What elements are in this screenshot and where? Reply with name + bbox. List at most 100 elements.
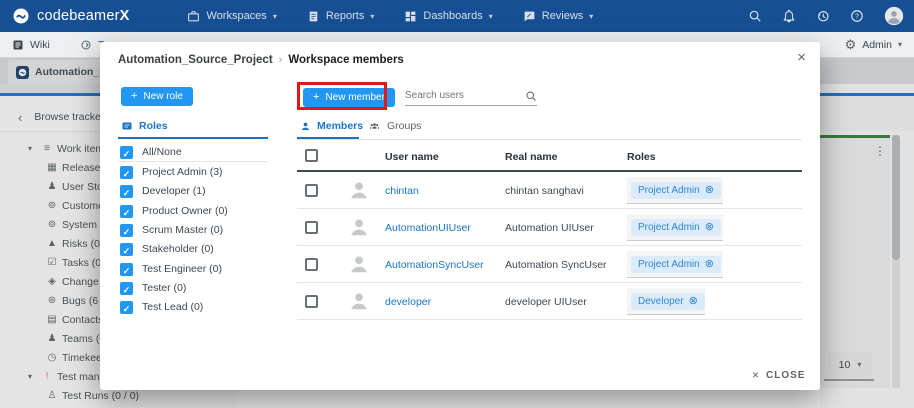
role-label: Product Owner (0) [142,205,228,217]
role-checkbox[interactable]: ✓ [120,166,133,179]
role-label: All/None [142,146,182,158]
tab-label: Groups [387,120,421,132]
check-icon: ✓ [123,304,131,314]
new-member-button[interactable]: + New member [303,88,395,107]
active-tab-underline [118,137,268,139]
roles-field[interactable]: Project Admin ⊗ [627,251,723,278]
user-avatar[interactable] [884,6,904,26]
page-title: Workspace members [288,54,403,66]
menu-label: Workspaces [206,10,266,22]
role-filter-project-admin: ✓ Project Admin (3) [120,164,223,180]
close-icon[interactable]: × [797,50,806,65]
menu-workspaces[interactable]: Workspaces ▾ [187,10,276,23]
remove-role-icon[interactable]: ⊗ [705,185,714,196]
role-checkbox[interactable]: ✓ [120,301,133,314]
row-checkbox[interactable] [305,295,318,308]
menu-dashboards[interactable]: Dashboards ▾ [404,10,492,23]
menu-label: Reviews [542,10,584,22]
role-filter-all-none: ✓ All/None [120,144,182,160]
plus-icon: + [313,92,319,103]
groups-icon [368,121,381,132]
role-checkbox[interactable]: ✓ [120,146,133,159]
person-icon [300,121,311,132]
role-checkbox[interactable]: ✓ [120,205,133,218]
new-role-button[interactable]: + New role [121,87,193,106]
role-checkbox[interactable]: ✓ [120,243,133,256]
main-menu: Workspaces ▾ Reports ▾ Dashboards ▾ Revi… [187,10,593,23]
chevron-down-icon: ▾ [273,12,277,21]
role-checkbox[interactable]: ✓ [120,263,133,276]
check-icon: ✓ [123,208,131,218]
roles-field[interactable]: Project Admin ⊗ [627,214,723,241]
roles-card-icon [121,120,133,132]
search-icon[interactable] [525,90,537,102]
tab-roles[interactable]: Roles [121,120,168,132]
brand-name: codebeamerX [37,8,129,24]
check-icon: ✓ [123,266,131,276]
menu-label: Dashboards [423,10,482,22]
search-users-input[interactable] [405,90,525,101]
user-name-link[interactable]: AutomationSyncUser [385,259,484,271]
table-row: AutomationUIUser Automation UIUser Proje… [297,209,802,246]
role-filter-tester: ✓ Tester (0) [120,280,186,296]
codebeamer-logo-icon [12,7,30,25]
check-icon: ✓ [123,149,131,159]
tab-groups[interactable]: Groups [368,120,421,132]
close-button[interactable]: × CLOSE [752,368,805,382]
check-icon: ✓ [123,246,131,256]
role-chip: Developer ⊗ [631,293,705,310]
row-checkbox[interactable] [305,258,318,271]
remove-role-icon[interactable]: ⊗ [689,296,698,307]
admin-menu[interactable]: ⚙ Admin ▾ [845,37,902,53]
breadcrumb-project[interactable]: Automation_Source_Project [118,54,273,66]
column-header-roles[interactable]: Roles [627,151,656,163]
role-filter-stakeholder: ✓ Stakeholder (0) [120,241,214,257]
check-icon: ✓ [123,188,131,198]
row-checkbox[interactable] [305,184,318,197]
tab-members[interactable]: Members [300,120,363,132]
toolbar-item-wiki[interactable]: Wiki [12,39,50,51]
menu-reports[interactable]: Reports ▾ [307,10,375,23]
role-filter-product-owner: ✓ Product Owner (0) [120,203,228,219]
trackers-icon [80,39,92,51]
role-checkbox[interactable]: ✓ [120,185,133,198]
roles-field[interactable]: Developer ⊗ [627,288,705,315]
table-row: AutomationSyncUser Automation SyncUser P… [297,246,802,283]
breadcrumb-separator: › [279,54,283,66]
notifications-bell-icon[interactable] [782,9,796,23]
user-name-link[interactable]: developer [385,296,431,308]
close-icon: × [752,368,759,382]
row-checkbox[interactable] [305,221,318,234]
wiki-document-icon [12,39,24,51]
role-chip-label: Project Admin [638,222,700,233]
select-all-checkbox[interactable] [305,149,318,162]
table-row: developer developer UIUser Developer ⊗ [297,283,802,320]
topbar-icons: ? [748,6,904,26]
user-name-link[interactable]: chintan [385,185,419,197]
briefcase-icon [187,10,200,23]
user-name-link[interactable]: AutomationUIUser [385,222,471,234]
menu-label: Reports [326,10,365,22]
role-label: Tester (0) [142,282,186,294]
roles-field[interactable]: Project Admin ⊗ [627,177,723,204]
remove-role-icon[interactable]: ⊗ [705,259,714,270]
menu-reviews[interactable]: Reviews ▾ [523,10,594,23]
help-icon[interactable]: ? [850,9,864,23]
column-header-real-name[interactable]: Real name [505,151,558,163]
role-chip-label: Developer [638,296,684,307]
table-row: chintan chintan sanghavi Project Admin ⊗ [297,172,802,209]
remove-role-icon[interactable]: ⊗ [705,222,714,233]
divider [118,161,268,162]
history-icon[interactable] [816,9,830,23]
search-icon[interactable] [748,9,762,23]
role-filter-test-engineer: ✓ Test Engineer (0) [120,261,222,277]
role-checkbox[interactable]: ✓ [120,224,133,237]
dialog-breadcrumb: Automation_Source_Project › Workspace me… [118,54,404,66]
column-header-user-name[interactable]: User name [385,151,439,163]
brand-logo[interactable]: codebeamerX [12,7,129,25]
role-label: Stakeholder (0) [142,243,214,255]
avatar [348,216,370,238]
admin-label: Admin [862,39,892,51]
role-label: Scrum Master (0) [142,224,223,236]
role-checkbox[interactable]: ✓ [120,282,133,295]
